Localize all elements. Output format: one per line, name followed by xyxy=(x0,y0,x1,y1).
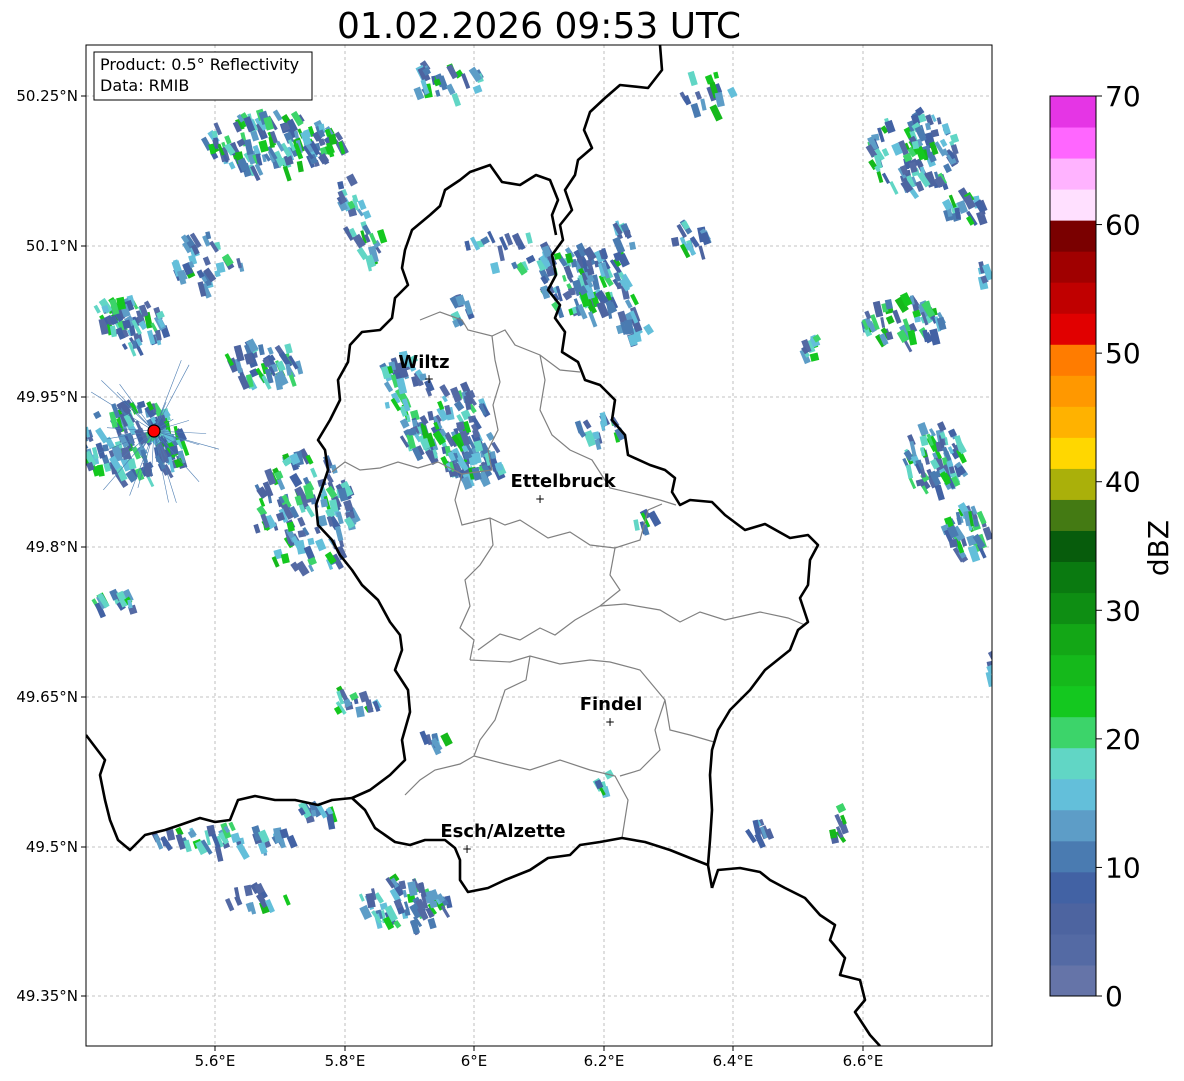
colorbar-segment xyxy=(1050,282,1096,314)
x-tick-label: 6.4°E xyxy=(713,1052,754,1070)
colorbar-segment xyxy=(1050,778,1096,811)
map-area[interactable]: Wiltz + Ettelbruck + Findel + Esch/Alzet… xyxy=(76,45,1006,1046)
colorbar-tick-label: 30 xyxy=(1105,594,1141,627)
colorbar-segment xyxy=(1050,809,1096,842)
y-tick-label: 49.5°N xyxy=(26,838,78,856)
map-title: 01.02.2026 09:53 UTC xyxy=(337,6,741,47)
colorbar-segment xyxy=(1050,685,1096,718)
radar-site-marker[interactable] xyxy=(147,424,161,438)
radar-figure: 01.02.2026 09:53 UTC Wiltz + Ettelbruck … xyxy=(16,6,1175,1070)
colorbar-segment xyxy=(1050,840,1096,873)
radar-echo-pixel xyxy=(993,663,1006,678)
product-label: Product: 0.5° Reflectivity xyxy=(100,55,299,74)
y-tick-label: 49.8°N xyxy=(26,538,78,556)
y-tick-label: 49.65°N xyxy=(16,688,78,706)
colorbar-segment xyxy=(1050,251,1096,283)
x-tick-label: 5.8°E xyxy=(325,1052,366,1070)
y-tick-label: 50.1°N xyxy=(26,237,78,255)
colorbar-segment xyxy=(1050,127,1096,159)
colorbar-segment xyxy=(1050,189,1096,221)
colorbar-tick-label: 40 xyxy=(1105,466,1141,499)
colorbar-segments xyxy=(1050,96,1096,997)
colorbar-tick-label: 70 xyxy=(1105,80,1141,113)
radar-echo-pixel xyxy=(624,229,631,238)
radar-echo-pixel xyxy=(320,498,329,508)
x-tick-label: 6°E xyxy=(461,1052,488,1070)
x-axis-ticks: 5.6°E 5.8°E 6°E 6.2°E 6.4°E 6.6°E xyxy=(195,1046,884,1070)
colorbar: 0 10 20 30 40 50 60 70 dBZ xyxy=(1049,80,1175,1013)
colorbar-ticks: 0 10 20 30 40 50 60 70 xyxy=(1096,80,1141,1013)
colorbar-tick-label: 0 xyxy=(1105,980,1123,1013)
city-label-ettelbruck: Ettelbruck xyxy=(510,471,616,492)
radar-echo-pixel xyxy=(86,446,87,459)
colorbar-tick-label: 10 xyxy=(1105,851,1141,884)
y-tick-label: 49.95°N xyxy=(16,388,78,406)
colorbar-segment xyxy=(1050,747,1096,780)
city-label-esch-alzette: Esch/Alzette xyxy=(440,821,565,842)
colorbar-segment xyxy=(1050,406,1096,438)
colorbar-segment xyxy=(1050,158,1096,190)
colorbar-segment xyxy=(1050,716,1096,749)
colorbar-segment xyxy=(1050,561,1096,594)
x-tick-label: 5.6°E xyxy=(195,1052,236,1070)
colorbar-label: dBZ xyxy=(1142,520,1175,576)
data-source-label: Data: RMIB xyxy=(100,76,189,95)
colorbar-tick-label: 50 xyxy=(1105,337,1141,370)
radar-echo-pixel xyxy=(76,436,84,444)
y-axis-ticks: 50.25°N 50.1°N 49.95°N 49.8°N 49.65°N 49.5°N 4… xyxy=(16,87,86,1005)
city-marker-esch-alzette: + xyxy=(462,842,472,856)
colorbar-segment xyxy=(1050,592,1096,625)
radar-echo-pixel xyxy=(991,647,992,656)
x-tick-label: 6.2°E xyxy=(584,1052,625,1070)
colorbar-segment xyxy=(1050,375,1096,407)
colorbar-segment xyxy=(1050,654,1096,687)
city-label-findel: Findel xyxy=(580,694,643,715)
city-marker-ettelbruck: + xyxy=(535,492,545,506)
product-info-box: Product: 0.5° Reflectivity Data: RMIB xyxy=(93,51,313,101)
colorbar-segment xyxy=(1050,933,1096,966)
colorbar-segment xyxy=(1050,623,1096,656)
y-tick-label: 50.25°N xyxy=(16,87,78,105)
colorbar-tick-label: 60 xyxy=(1105,209,1141,242)
colorbar-tick-label: 20 xyxy=(1105,723,1141,756)
colorbar-segment xyxy=(1050,96,1096,128)
colorbar-segment xyxy=(1050,530,1096,563)
x-tick-label: 6.6°E xyxy=(843,1052,884,1070)
colorbar-segment xyxy=(1050,344,1096,376)
colorbar-segment xyxy=(1050,964,1096,997)
colorbar-segment xyxy=(1050,499,1096,531)
city-marker-findel: + xyxy=(605,715,615,729)
colorbar-segment xyxy=(1050,468,1096,500)
colorbar-segment xyxy=(1050,902,1096,935)
colorbar-segment xyxy=(1050,871,1096,904)
city-label-wiltz: Wiltz xyxy=(398,352,449,373)
colorbar-segment xyxy=(1050,313,1096,345)
city-marker-wiltz: + xyxy=(424,372,434,386)
y-tick-label: 49.35°N xyxy=(16,987,78,1005)
colorbar-segment xyxy=(1050,220,1096,252)
colorbar-segment xyxy=(1050,437,1096,469)
